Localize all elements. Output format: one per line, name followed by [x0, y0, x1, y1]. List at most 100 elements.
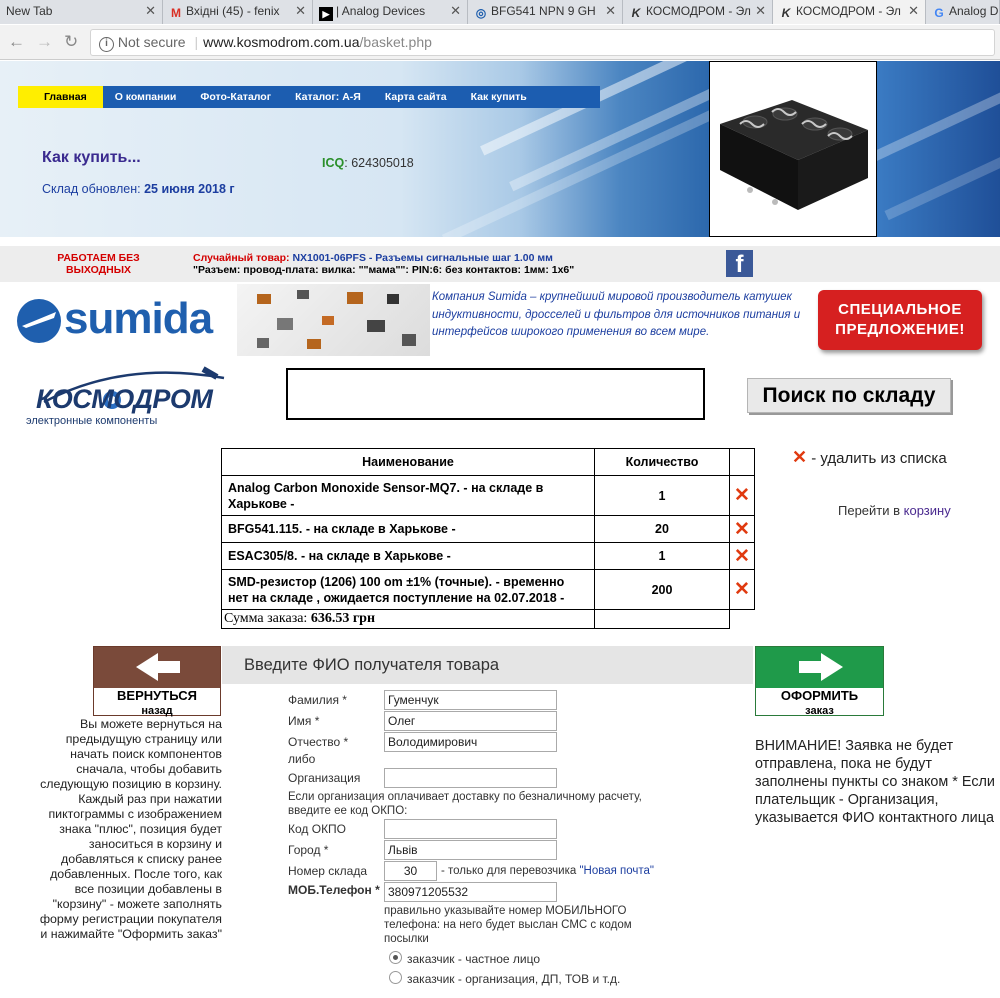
browser-tab-active[interactable]: K КОСМОДРОМ - Эл ✕	[773, 0, 926, 24]
delete-icon[interactable]: ✕	[729, 542, 755, 570]
browser-tab[interactable]: ▶ | Analog Devices ✕	[313, 0, 468, 24]
radio-organization[interactable]	[389, 971, 402, 984]
close-tab-icon[interactable]: ✕	[145, 3, 156, 19]
stock-updated: Склад обновлен: 25 июня 2018 г	[42, 182, 235, 196]
search-input[interactable]	[286, 368, 705, 420]
warehouse-input[interactable]: 30	[384, 861, 437, 881]
delete-icon[interactable]: ✕	[729, 475, 755, 516]
close-tab-icon[interactable]: ✕	[450, 3, 461, 19]
kosmodrom-logo-text: КОСМОДРОМ	[36, 384, 213, 414]
column-header-name: Наименование	[221, 448, 595, 476]
organization-note: Если организация оплачивает доставку по …	[288, 791, 642, 817]
sumida-banner[interactable]: sumida	[12, 284, 430, 356]
organization-label: Организация	[288, 771, 361, 785]
order-sum: Сумма заказа: 636.53 грн	[221, 609, 595, 629]
search-stock-button[interactable]: Поиск по складу	[747, 378, 951, 413]
nav-catalog-az[interactable]: Каталог: А-Я	[283, 86, 373, 108]
phone-label: МОБ.Телефон *	[288, 883, 380, 897]
site-icon: ◎	[475, 6, 487, 20]
go-to-cart: Перейти в корзину	[838, 503, 951, 518]
forward-arrow-icon[interactable]: →	[36, 32, 53, 52]
sum-row: Сумма заказа: 636.53 грн	[221, 609, 755, 629]
url-input[interactable]: i Not secure | www.kosmodrom.com.ua/baske…	[90, 29, 995, 56]
nova-poshta-link[interactable]: "Новая почта"	[579, 865, 654, 877]
name-label: Имя *	[288, 714, 320, 728]
back-help-text: Вы можете вернуться на предыдущую страни…	[39, 717, 222, 941]
browser-tab-bar: New Tab ✕ M Вхідні (45) - fenix ✕ ▶ | Anal…	[0, 0, 1000, 24]
radio-private-label: заказчик - частное лицо	[407, 952, 541, 966]
close-tab-icon[interactable]: ✕	[908, 3, 919, 19]
arrow-right-icon	[799, 653, 843, 681]
delete-icon: ✕	[792, 447, 808, 467]
column-header-qty: Количество	[594, 448, 730, 476]
browser-tab[interactable]: ◎ BFG541 NPN 9 GH ✕	[468, 0, 623, 24]
nav-about[interactable]: О компании	[103, 86, 189, 108]
product-photo[interactable]	[709, 61, 877, 237]
cart-table: Наименование Количество Analog Carbon Mo…	[221, 448, 755, 629]
close-tab-icon[interactable]: ✕	[605, 3, 616, 19]
organization-input[interactable]	[384, 768, 557, 788]
browser-tab[interactable]: New Tab ✕	[0, 0, 163, 24]
analog-devices-icon: ▶	[319, 7, 333, 21]
table-row: Analog Carbon Monoxide Sensor-MQ7. - на …	[221, 475, 755, 516]
icq-number: 624305018	[351, 156, 414, 170]
okpo-input[interactable]	[384, 819, 557, 839]
table-row: BFG541.115. - на складе в Харькове - 20 …	[221, 515, 755, 543]
browser-tab[interactable]: G Analog D	[926, 0, 1000, 24]
reload-icon[interactable]: ↻	[64, 32, 78, 52]
facebook-icon[interactable]: f	[726, 250, 753, 278]
close-tab-icon[interactable]: ✕	[755, 3, 766, 19]
radio-private-person[interactable]	[389, 951, 402, 964]
kosmodrom-icon: K	[781, 6, 791, 20]
back-arrow-icon[interactable]: ←	[8, 32, 25, 52]
cart-link[interactable]: корзину	[904, 503, 951, 518]
table-header-row: Наименование Количество	[221, 448, 755, 476]
page-title: Как купить...	[42, 149, 141, 166]
kosmodrom-logo[interactable]: КОСМОДРОМ электронные компоненты	[24, 366, 234, 428]
item-name: BFG541.115. - на складе в Харькове -	[221, 515, 595, 543]
random-product-desc: "Разъем: провод-плата: вилка: ""мама"": …	[193, 264, 575, 276]
gmail-icon: M	[171, 6, 181, 20]
delete-hint: ✕ - удалить из списка	[792, 447, 947, 467]
patronymic-input[interactable]: Володимирович	[384, 732, 557, 752]
nav-photo-catalog[interactable]: Фото-Каталог	[188, 86, 283, 108]
url-path: /basket.php	[359, 34, 432, 50]
top-navigation: Главная О компании Фото-Каталог Каталог:…	[18, 86, 600, 108]
patronymic-label: Отчество *	[288, 735, 349, 749]
sumida-logo: sumida	[64, 294, 213, 343]
info-strip: РАБОТАЕМ БЕЗ ВЫХОДНЫХ Случайный товар: N…	[0, 246, 1000, 518]
item-name: SMD-резистор (1206) 100 om ±1% (точные).…	[221, 569, 595, 610]
warehouse-label: Номер склада	[288, 864, 368, 878]
close-tab-icon[interactable]: ✕	[295, 3, 306, 19]
nav-how-to-buy[interactable]: Как купить	[459, 86, 539, 108]
order-sum-value: 636.53 грн	[310, 611, 376, 626]
nav-sitemap[interactable]: Карта сайта	[373, 86, 459, 108]
delete-icon[interactable]: ✕	[729, 569, 755, 610]
nav-home[interactable]: Главная	[18, 86, 103, 108]
browser-tab[interactable]: M Вхідні (45) - fenix ✕	[163, 0, 313, 24]
info-icon[interactable]: i	[99, 37, 114, 52]
browser-tab[interactable]: K КОСМОДРОМ - Эл ✕	[623, 0, 773, 24]
city-input[interactable]: Львів	[384, 840, 557, 860]
phone-input[interactable]: 380971205532	[384, 882, 557, 902]
back-button[interactable]: ВЕРНУТЬСЯ назад	[93, 646, 221, 717]
name-input[interactable]: Олег	[384, 711, 557, 731]
special-offer-button[interactable]: СПЕЦИАЛЬНОЕ ПРЕДЛОЖЕНИЕ!	[818, 290, 982, 350]
item-name: Analog Carbon Monoxide Sensor-MQ7. - на …	[221, 475, 595, 516]
surname-input[interactable]: Гуменчук	[384, 690, 557, 710]
item-qty: 1	[594, 475, 730, 516]
warehouse-note: - только для перевозчика "Новая почта"	[441, 865, 655, 877]
security-label[interactable]: Not secure	[118, 34, 186, 50]
required-fields-warning: ВНИМАНИЕ! Заявка не будет отправлена, по…	[755, 738, 995, 826]
delete-icon[interactable]: ✕	[729, 515, 755, 543]
random-product: Случайный товар: NX1001-06PFS - Разъемы …	[193, 252, 575, 276]
random-product-link[interactable]: NX1001-06PFS - Разъемы сигнальные шаг 1.…	[292, 252, 552, 264]
table-row: ESAC305/8. - на складе в Харькове - 1 ✕	[221, 542, 755, 570]
or-label: либо	[288, 752, 316, 766]
no-days-off-badge: РАБОТАЕМ БЕЗ ВЫХОДНЫХ	[57, 252, 140, 276]
kosmodrom-icon: K	[631, 6, 641, 20]
surname-label: Фамилия *	[288, 693, 347, 707]
table-row: SMD-резистор (1206) 100 om ±1% (точные).…	[221, 569, 755, 610]
submit-order-button[interactable]: ОФОРМИТЬ заказ	[755, 646, 884, 717]
city-label: Город *	[288, 843, 329, 857]
